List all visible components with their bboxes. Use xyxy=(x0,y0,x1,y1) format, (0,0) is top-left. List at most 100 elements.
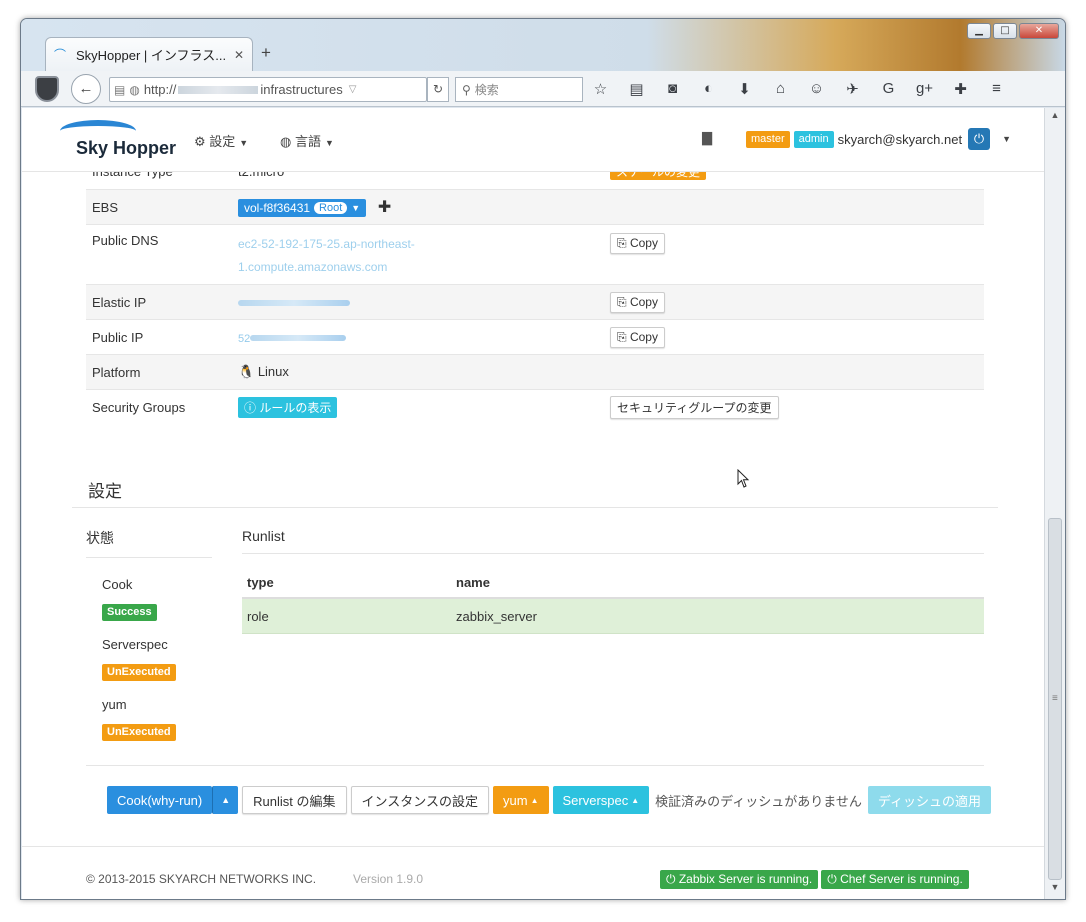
tab-title: SkyHopper | インフラス... xyxy=(76,48,227,63)
status-badge-yum: UnExecuted xyxy=(102,724,176,741)
url-prefix: http:// xyxy=(143,82,177,97)
minimize-icon[interactable]: ▁ xyxy=(967,23,991,39)
platform-label: Platform xyxy=(92,364,141,380)
yum-dropdown-button[interactable]: yum ▲ xyxy=(493,786,549,814)
puzzle-icon[interactable]: ✚ xyxy=(951,80,970,98)
gears-icon: ⚙ xyxy=(194,134,206,149)
reload-icon[interactable]: ↻ xyxy=(427,77,449,102)
pocket-icon[interactable]: ◙ xyxy=(663,80,682,98)
url-bar[interactable]: ▤ ◍ http:// infrastructures ▽ xyxy=(109,77,427,102)
elastic-ip-label: Elastic IP xyxy=(92,294,147,310)
instance-settings-button[interactable]: インスタンスの設定 xyxy=(350,786,490,814)
reader-view-icon: ▤ xyxy=(114,82,126,97)
maximize-icon[interactable]: □ xyxy=(993,23,1017,39)
search-placeholder: 検索 xyxy=(474,83,499,97)
add-volume-icon[interactable]: ✚ xyxy=(378,199,391,216)
chat-icon[interactable]: ▇ xyxy=(702,130,712,146)
emoji-icon[interactable]: ☺ xyxy=(807,80,826,98)
browser-window: ▁ □ ✕ ⌒ SkyHopper | インフラス... ✕ + ← ▤ ◍ h… xyxy=(20,18,1066,900)
menu-icon[interactable]: ≡ xyxy=(987,80,1006,98)
serverspec-dropdown-button[interactable]: Serverspec ▲ xyxy=(552,786,650,814)
zabbix-status-text: Zabbix Server is running. xyxy=(678,872,813,886)
gmail-icon[interactable]: G xyxy=(879,80,898,98)
divider xyxy=(72,507,998,508)
action-toolbar: Cook(why-run) ▲ Runlist の編集 インスタンスの設定 yu… xyxy=(107,786,991,814)
settings-section-title: 設定 xyxy=(88,482,122,501)
mouse-cursor-icon xyxy=(737,469,750,488)
user-email: skyarch@skyarch.net xyxy=(837,131,963,147)
page-viewport: Instance Type t2.micro スケールの変更 EBS vol-f… xyxy=(22,108,1044,899)
row-elastic-ip: Elastic IP ⎘ Copy xyxy=(86,285,984,320)
toolbar-icons: ☆ ▤ ◙ ◐ ⬇ ⌂ ☺ ✈ G g+ ✚ ≡ xyxy=(591,80,1006,98)
scroll-down-icon[interactable]: ▼ xyxy=(1045,882,1065,898)
search-input[interactable]: ⚲ 検索 xyxy=(455,77,583,102)
url-redacted xyxy=(178,85,259,94)
copy-label: Copy xyxy=(629,329,658,344)
public-dns-line1: ec2-52-192-175-25.ap-northeast- xyxy=(238,237,415,251)
close-tab-icon[interactable]: ✕ xyxy=(234,48,244,62)
copy-icon: ⎘ xyxy=(617,294,627,309)
ebs-label: EBS xyxy=(92,199,119,215)
copy-icon: ⎘ xyxy=(617,329,627,344)
ebs-volume-dropdown[interactable]: vol-f8f36431 Root ▼ xyxy=(238,199,367,217)
copy-label: Copy xyxy=(629,294,658,309)
power-icon[interactable]: ⏻ xyxy=(968,128,991,150)
state-name-serverspec: Serverspec xyxy=(102,637,168,652)
shield-icon[interactable] xyxy=(35,76,59,102)
caret-up-icon: ▲ xyxy=(221,795,231,805)
settings-menu[interactable]: ⚙ 設定 ▼ xyxy=(194,131,248,150)
copy-elastic-ip-button[interactable]: ⎘ Copy xyxy=(610,291,665,313)
public-ip-redacted xyxy=(250,335,347,342)
state-name-yum: yum xyxy=(102,697,127,712)
url-dropdown-icon[interactable]: ▽ xyxy=(349,84,357,95)
home-icon[interactable]: ⌂ xyxy=(771,80,790,98)
admin-label: admin xyxy=(793,130,834,148)
runlist-header-row: type name xyxy=(242,568,984,599)
download-icon[interactable]: ⬇ xyxy=(735,80,754,98)
skyhopper-logo[interactable]: Sky Hopper xyxy=(56,114,186,164)
show-rules-button[interactable]: ⓘ ルールの表示 xyxy=(238,397,338,418)
extension-icon[interactable]: ✈ xyxy=(843,80,862,98)
change-security-group-button[interactable]: セキュリティグループの変更 xyxy=(610,396,779,419)
cook-dropdown-toggle[interactable]: ▲ xyxy=(212,786,239,814)
chef-status-badge: ⏻ Chef Server is running. xyxy=(821,870,969,889)
row-platform: Platform 🐧 Linux xyxy=(86,355,984,390)
ebs-root-badge: Root xyxy=(314,202,348,214)
url-suffix: infrastructures xyxy=(260,82,343,97)
status-badge-cook: Success xyxy=(102,604,157,621)
chevron-down-icon: ▼ xyxy=(239,138,249,148)
runlist-header-type: type xyxy=(247,575,274,590)
bookmark-star-icon[interactable]: ☆ xyxy=(591,80,610,98)
chevron-down-icon[interactable]: ▼ xyxy=(1002,134,1011,144)
runlist-cell-type: role xyxy=(247,608,269,624)
elastic-ip-redacted xyxy=(238,300,350,307)
instance-details-table: Instance Type t2.micro スケールの変更 EBS vol-f… xyxy=(86,163,984,425)
table-row[interactable]: role zabbix_server xyxy=(242,599,984,634)
chevron-down-icon: ▼ xyxy=(324,138,334,148)
copy-public-ip-button[interactable]: ⎘ Copy xyxy=(610,326,665,348)
addon-icon[interactable]: ◐ xyxy=(699,80,718,98)
edit-runlist-button[interactable]: Runlist の編集 xyxy=(242,786,347,814)
back-icon[interactable]: ← xyxy=(71,74,101,104)
language-menu[interactable]: ◍ 言語 ▼ xyxy=(280,131,334,150)
public-dns-line2: 1.compute.amazonaws.com xyxy=(238,260,388,274)
settings-menu-label: 設定 xyxy=(209,134,236,149)
bookmarks-list-icon[interactable]: ▤ xyxy=(627,80,646,98)
scrollbar-thumb[interactable]: ≡ xyxy=(1048,518,1062,880)
server-status-badges: ⏻ Zabbix Server is running. ⏻ Chef Serve… xyxy=(660,870,969,889)
copy-label: Copy xyxy=(629,236,658,250)
divider xyxy=(22,846,1044,847)
vertical-scrollbar[interactable]: ▲ ≡ ▼ xyxy=(1044,108,1065,899)
app-header: Sky Hopper ⚙ 設定 ▼ ◍ 言語 ▼ ▇ master admin sk… xyxy=(22,108,1044,172)
copy-dns-button[interactable]: ⎘ Copy xyxy=(610,233,665,254)
version-text: Version 1.9.0 xyxy=(353,872,424,886)
google-plus-icon[interactable]: g+ xyxy=(915,80,934,98)
browser-tab[interactable]: ⌒ SkyHopper | インフラス... ✕ xyxy=(45,37,253,71)
power-icon: ⏻ xyxy=(827,872,837,886)
caret-up-icon: ▲ xyxy=(631,795,640,805)
public-dns-value[interactable]: ec2-52-192-175-25.ap-northeast- 1.comput… xyxy=(238,233,610,279)
new-tab-icon[interactable]: + xyxy=(261,43,271,63)
cook-whyrun-button[interactable]: Cook(why-run) xyxy=(107,786,213,814)
close-window-icon[interactable]: ✕ xyxy=(1019,23,1059,39)
scroll-up-icon[interactable]: ▲ xyxy=(1045,110,1065,126)
